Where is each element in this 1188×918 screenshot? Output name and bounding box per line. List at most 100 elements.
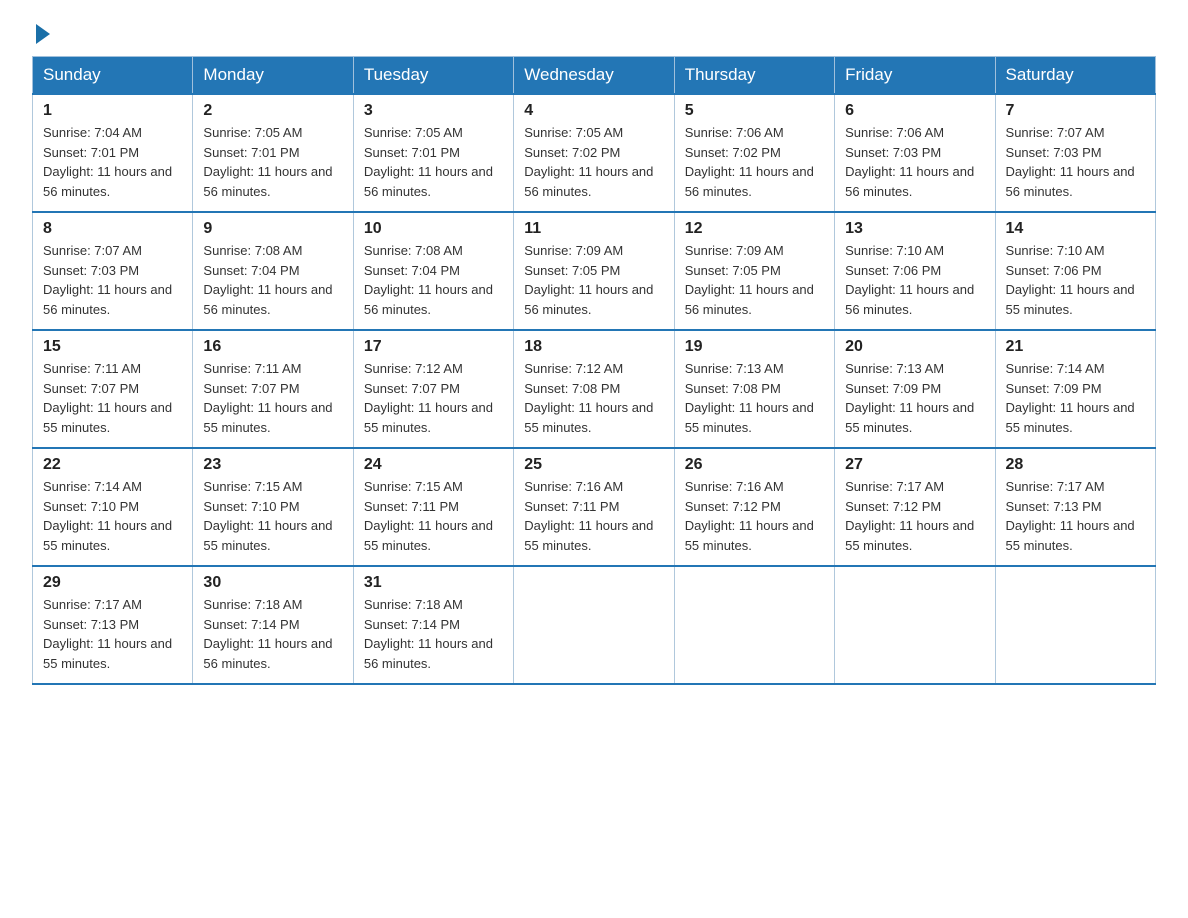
sunset-label: Sunset: 7:01 PM bbox=[43, 145, 139, 160]
sunset-label: Sunset: 7:13 PM bbox=[1006, 499, 1102, 514]
sunrise-label: Sunrise: 7:09 AM bbox=[524, 243, 623, 258]
day-number: 27 bbox=[845, 456, 984, 474]
sunrise-label: Sunrise: 7:07 AM bbox=[43, 243, 142, 258]
day-info: Sunrise: 7:13 AM Sunset: 7:09 PM Dayligh… bbox=[845, 359, 984, 437]
day-info: Sunrise: 7:15 AM Sunset: 7:11 PM Dayligh… bbox=[364, 477, 503, 555]
daylight-label: Daylight: 11 hours and 55 minutes. bbox=[524, 518, 653, 553]
day-number: 16 bbox=[203, 338, 342, 356]
logo-blue-text bbox=[32, 24, 50, 44]
day-number: 29 bbox=[43, 574, 182, 592]
day-number: 31 bbox=[364, 574, 503, 592]
weekday-header-wednesday: Wednesday bbox=[514, 57, 674, 95]
sunrise-label: Sunrise: 7:12 AM bbox=[524, 361, 623, 376]
daylight-label: Daylight: 11 hours and 55 minutes. bbox=[1006, 400, 1135, 435]
sunrise-label: Sunrise: 7:17 AM bbox=[1006, 479, 1105, 494]
calendar-cell: 19 Sunrise: 7:13 AM Sunset: 7:08 PM Dayl… bbox=[674, 330, 834, 448]
calendar-cell: 28 Sunrise: 7:17 AM Sunset: 7:13 PM Dayl… bbox=[995, 448, 1155, 566]
calendar-cell: 2 Sunrise: 7:05 AM Sunset: 7:01 PM Dayli… bbox=[193, 94, 353, 212]
day-number: 22 bbox=[43, 456, 182, 474]
calendar-cell bbox=[514, 566, 674, 684]
day-info: Sunrise: 7:14 AM Sunset: 7:09 PM Dayligh… bbox=[1006, 359, 1145, 437]
day-number: 3 bbox=[364, 102, 503, 120]
sunrise-label: Sunrise: 7:05 AM bbox=[364, 125, 463, 140]
day-info: Sunrise: 7:17 AM Sunset: 7:13 PM Dayligh… bbox=[1006, 477, 1145, 555]
sunrise-label: Sunrise: 7:16 AM bbox=[685, 479, 784, 494]
sunset-label: Sunset: 7:06 PM bbox=[1006, 263, 1102, 278]
day-number: 11 bbox=[524, 220, 663, 238]
daylight-label: Daylight: 11 hours and 56 minutes. bbox=[845, 164, 974, 199]
daylight-label: Daylight: 11 hours and 55 minutes. bbox=[43, 400, 172, 435]
day-info: Sunrise: 7:10 AM Sunset: 7:06 PM Dayligh… bbox=[845, 241, 984, 319]
daylight-label: Daylight: 11 hours and 56 minutes. bbox=[203, 164, 332, 199]
calendar-cell: 29 Sunrise: 7:17 AM Sunset: 7:13 PM Dayl… bbox=[33, 566, 193, 684]
weekday-header-thursday: Thursday bbox=[674, 57, 834, 95]
daylight-label: Daylight: 11 hours and 56 minutes. bbox=[43, 282, 172, 317]
daylight-label: Daylight: 11 hours and 56 minutes. bbox=[685, 282, 814, 317]
sunset-label: Sunset: 7:07 PM bbox=[364, 381, 460, 396]
daylight-label: Daylight: 11 hours and 55 minutes. bbox=[43, 518, 172, 553]
sunset-label: Sunset: 7:09 PM bbox=[845, 381, 941, 396]
daylight-label: Daylight: 11 hours and 55 minutes. bbox=[203, 518, 332, 553]
calendar-cell: 9 Sunrise: 7:08 AM Sunset: 7:04 PM Dayli… bbox=[193, 212, 353, 330]
sunset-label: Sunset: 7:12 PM bbox=[845, 499, 941, 514]
sunset-label: Sunset: 7:01 PM bbox=[203, 145, 299, 160]
sunrise-label: Sunrise: 7:05 AM bbox=[203, 125, 302, 140]
calendar-cell: 14 Sunrise: 7:10 AM Sunset: 7:06 PM Dayl… bbox=[995, 212, 1155, 330]
daylight-label: Daylight: 11 hours and 55 minutes. bbox=[685, 518, 814, 553]
weekday-header-sunday: Sunday bbox=[33, 57, 193, 95]
weekday-header-monday: Monday bbox=[193, 57, 353, 95]
calendar-cell: 13 Sunrise: 7:10 AM Sunset: 7:06 PM Dayl… bbox=[835, 212, 995, 330]
sunset-label: Sunset: 7:08 PM bbox=[524, 381, 620, 396]
calendar-cell: 3 Sunrise: 7:05 AM Sunset: 7:01 PM Dayli… bbox=[353, 94, 513, 212]
sunrise-label: Sunrise: 7:15 AM bbox=[203, 479, 302, 494]
day-info: Sunrise: 7:09 AM Sunset: 7:05 PM Dayligh… bbox=[524, 241, 663, 319]
day-info: Sunrise: 7:18 AM Sunset: 7:14 PM Dayligh… bbox=[203, 595, 342, 673]
day-info: Sunrise: 7:14 AM Sunset: 7:10 PM Dayligh… bbox=[43, 477, 182, 555]
calendar-cell: 21 Sunrise: 7:14 AM Sunset: 7:09 PM Dayl… bbox=[995, 330, 1155, 448]
daylight-label: Daylight: 11 hours and 56 minutes. bbox=[524, 282, 653, 317]
day-number: 2 bbox=[203, 102, 342, 120]
day-number: 6 bbox=[845, 102, 984, 120]
calendar-cell: 27 Sunrise: 7:17 AM Sunset: 7:12 PM Dayl… bbox=[835, 448, 995, 566]
calendar-cell: 17 Sunrise: 7:12 AM Sunset: 7:07 PM Dayl… bbox=[353, 330, 513, 448]
calendar-cell: 26 Sunrise: 7:16 AM Sunset: 7:12 PM Dayl… bbox=[674, 448, 834, 566]
day-number: 4 bbox=[524, 102, 663, 120]
day-info: Sunrise: 7:16 AM Sunset: 7:11 PM Dayligh… bbox=[524, 477, 663, 555]
day-number: 1 bbox=[43, 102, 182, 120]
sunset-label: Sunset: 7:05 PM bbox=[524, 263, 620, 278]
day-number: 23 bbox=[203, 456, 342, 474]
calendar-cell: 6 Sunrise: 7:06 AM Sunset: 7:03 PM Dayli… bbox=[835, 94, 995, 212]
sunset-label: Sunset: 7:12 PM bbox=[685, 499, 781, 514]
sunset-label: Sunset: 7:02 PM bbox=[685, 145, 781, 160]
sunset-label: Sunset: 7:13 PM bbox=[43, 617, 139, 632]
calendar-week-row: 15 Sunrise: 7:11 AM Sunset: 7:07 PM Dayl… bbox=[33, 330, 1156, 448]
daylight-label: Daylight: 11 hours and 55 minutes. bbox=[1006, 518, 1135, 553]
day-info: Sunrise: 7:17 AM Sunset: 7:12 PM Dayligh… bbox=[845, 477, 984, 555]
sunset-label: Sunset: 7:04 PM bbox=[203, 263, 299, 278]
sunrise-label: Sunrise: 7:10 AM bbox=[845, 243, 944, 258]
day-info: Sunrise: 7:06 AM Sunset: 7:03 PM Dayligh… bbox=[845, 123, 984, 201]
sunrise-label: Sunrise: 7:11 AM bbox=[43, 361, 141, 376]
calendar-cell: 8 Sunrise: 7:07 AM Sunset: 7:03 PM Dayli… bbox=[33, 212, 193, 330]
day-info: Sunrise: 7:17 AM Sunset: 7:13 PM Dayligh… bbox=[43, 595, 182, 673]
sunset-label: Sunset: 7:02 PM bbox=[524, 145, 620, 160]
day-info: Sunrise: 7:07 AM Sunset: 7:03 PM Dayligh… bbox=[1006, 123, 1145, 201]
day-info: Sunrise: 7:16 AM Sunset: 7:12 PM Dayligh… bbox=[685, 477, 824, 555]
calendar-cell: 31 Sunrise: 7:18 AM Sunset: 7:14 PM Dayl… bbox=[353, 566, 513, 684]
day-info: Sunrise: 7:13 AM Sunset: 7:08 PM Dayligh… bbox=[685, 359, 824, 437]
calendar-cell: 18 Sunrise: 7:12 AM Sunset: 7:08 PM Dayl… bbox=[514, 330, 674, 448]
calendar-cell: 10 Sunrise: 7:08 AM Sunset: 7:04 PM Dayl… bbox=[353, 212, 513, 330]
sunset-label: Sunset: 7:01 PM bbox=[364, 145, 460, 160]
daylight-label: Daylight: 11 hours and 55 minutes. bbox=[43, 636, 172, 671]
sunset-label: Sunset: 7:10 PM bbox=[203, 499, 299, 514]
daylight-label: Daylight: 11 hours and 55 minutes. bbox=[845, 400, 974, 435]
calendar-cell: 11 Sunrise: 7:09 AM Sunset: 7:05 PM Dayl… bbox=[514, 212, 674, 330]
daylight-label: Daylight: 11 hours and 55 minutes. bbox=[364, 400, 493, 435]
logo-triangle-icon bbox=[36, 24, 50, 44]
sunset-label: Sunset: 7:09 PM bbox=[1006, 381, 1102, 396]
sunset-label: Sunset: 7:11 PM bbox=[524, 499, 619, 514]
sunset-label: Sunset: 7:10 PM bbox=[43, 499, 139, 514]
day-info: Sunrise: 7:08 AM Sunset: 7:04 PM Dayligh… bbox=[203, 241, 342, 319]
daylight-label: Daylight: 11 hours and 56 minutes. bbox=[203, 636, 332, 671]
sunrise-label: Sunrise: 7:18 AM bbox=[364, 597, 463, 612]
